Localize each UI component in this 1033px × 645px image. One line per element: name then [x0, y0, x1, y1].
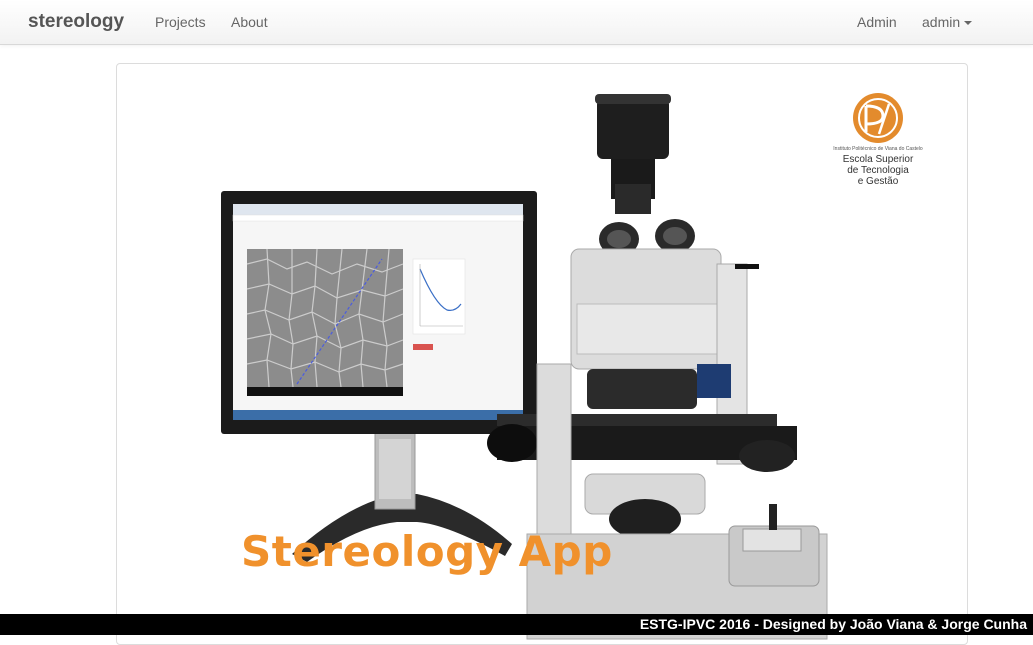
nav-about[interactable]: About — [231, 14, 268, 30]
app-title: Stereology App — [241, 527, 613, 576]
footer-credits: ESTG-IPVC 2016 - Designed by João Viana … — [639, 616, 1027, 632]
monitor-illustration — [221, 191, 537, 562]
hero-panel: Instituto Politécnico de Viana do Castel… — [116, 63, 968, 645]
ipvc-logo: Instituto Politécnico de Viana do Castel… — [833, 90, 923, 190]
user-menu-dropdown[interactable]: admin — [922, 14, 973, 30]
nav-admin[interactable]: Admin — [857, 14, 897, 30]
brand-link[interactable]: stereology — [28, 11, 124, 33]
user-menu-label: admin — [922, 14, 961, 30]
logo-institution: Instituto Politécnico de Viana do Castel… — [833, 146, 923, 152]
nav-projects[interactable]: Projects — [155, 14, 206, 30]
footer: ESTG-IPVC 2016 - Designed by João Viana … — [0, 614, 1033, 635]
top-navbar: stereology Projects About Admin admin — [0, 0, 1033, 45]
caret-down-icon — [964, 21, 973, 26]
logo-school-name: Escola Superior de Tecnologia e Gestão — [842, 154, 914, 187]
estg-emblem-icon — [853, 93, 903, 143]
